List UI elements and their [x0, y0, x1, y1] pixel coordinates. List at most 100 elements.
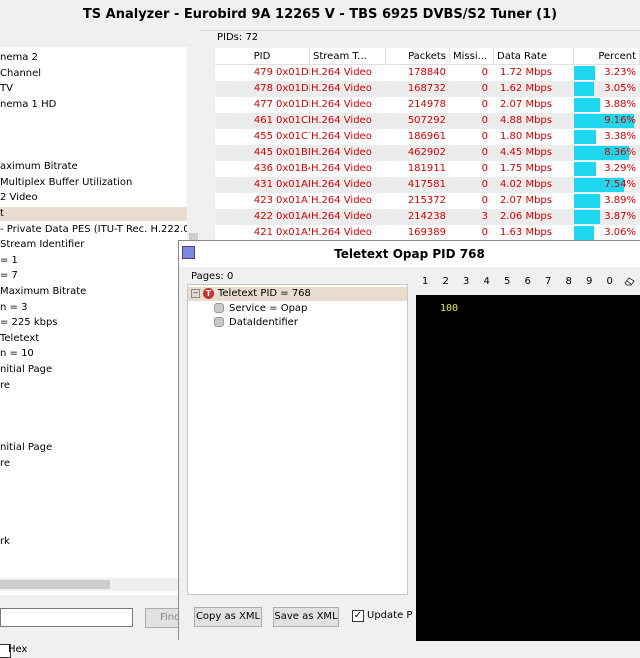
- table-row[interactable]: 4610x01CDH.264 Video 507292 0 4.88 Mbps 9.16…: [215, 113, 640, 129]
- update-checkbox[interactable]: ✓: [352, 610, 364, 622]
- tree-node-teletext-pid[interactable]: − T Teletext PID = 768: [188, 287, 407, 301]
- data-rate: 2.06 Mbps: [500, 211, 552, 222]
- tree-item[interactable]: Channel: [0, 67, 41, 81]
- column-header-percent[interactable]: Percent: [574, 48, 640, 65]
- table-row[interactable]: 4550x01C7H.264 Video 186961 0 1.80 Mbps 3.38…: [215, 129, 640, 145]
- tree-item[interactable]: re: [0, 457, 10, 471]
- percent-value: 3.05%: [604, 83, 636, 94]
- tree-item[interactable]: Stream Identifier: [0, 238, 84, 252]
- column-header-pid[interactable]: PID: [215, 48, 310, 65]
- pid-decimal: 421: [253, 227, 273, 238]
- tree-item[interactable]: = 7: [0, 269, 18, 283]
- tree-node-label: Teletext PID = 768: [218, 288, 311, 299]
- tree-item[interactable]: Teletext: [0, 332, 39, 346]
- scroll-thumb[interactable]: [0, 580, 110, 589]
- tree-item[interactable]: aximum Bitrate: [0, 160, 78, 174]
- pid-hex: 0x01DF: [276, 67, 310, 78]
- tree-item[interactable]: t: [0, 207, 187, 221]
- window-title: TS Analyzer - Eurobird 9A 12265 V - TBS …: [0, 0, 640, 31]
- tree-item[interactable]: Multiplex Buffer Utilization: [0, 176, 132, 190]
- tree-item[interactable]: 2 Video: [0, 191, 38, 205]
- data-rate: 1.72 Mbps: [500, 67, 552, 78]
- tree-item[interactable]: - Private Data PES (ITU-T Rec. H.222.0 |: [0, 223, 187, 237]
- stream-type: H.264 Video: [311, 179, 372, 190]
- pids-count: PIDs: 72: [217, 32, 259, 43]
- dialog-title: Teletext Opap PID 768: [179, 241, 640, 267]
- collapse-icon[interactable]: −: [191, 288, 200, 298]
- tree-node-dataidentifier[interactable]: DataIdentifier: [214, 316, 298, 330]
- tree-item[interactable]: n = 3: [0, 301, 27, 315]
- pid-hex: 0x01C7: [276, 131, 310, 142]
- packet-count: 507292: [407, 115, 446, 126]
- tree-item[interactable]: rk: [0, 535, 10, 549]
- tree-node-service[interactable]: Service = Opap: [214, 302, 307, 316]
- teletext-dialog: Teletext Opap PID 768 Pages: 0 − T Teletex…: [178, 240, 640, 641]
- data-rate: 1.63 Mbps: [500, 227, 552, 238]
- pid-hex: 0x01A7: [276, 195, 310, 206]
- data-rate: 2.07 Mbps: [500, 99, 552, 110]
- tree-item[interactable]: = 1: [0, 254, 18, 268]
- missing-count: 0: [481, 195, 488, 206]
- tree-item[interactable]: TV: [0, 82, 13, 96]
- percent-value: 3.38%: [604, 131, 636, 142]
- column-header-packets[interactable]: Packets: [386, 48, 450, 65]
- eraser-icon[interactable]: [624, 277, 635, 286]
- pid-decimal: 422: [253, 211, 273, 222]
- pid-table[interactable]: PID Stream T... Packets Missi... Data Ra…: [215, 48, 640, 242]
- missing-count: 0: [481, 67, 488, 78]
- tree-item[interactable]: nema 2: [0, 51, 38, 65]
- page-digit-button[interactable]: 6: [525, 276, 531, 287]
- missing-count: 0: [481, 131, 488, 142]
- page-digit-button[interactable]: 4: [484, 276, 490, 287]
- column-header-stream-type[interactable]: Stream T...: [310, 48, 386, 65]
- tree-item[interactable]: nitial Page: [0, 441, 52, 455]
- missing-count: 0: [481, 147, 488, 158]
- page-digit-button[interactable]: 8: [566, 276, 572, 287]
- page-number-strip: 1 2 3 4 5 6 7 8 9 0: [416, 271, 640, 295]
- table-row[interactable]: 4230x01A7H.264 Video 215372 0 2.07 Mbps 3.89…: [215, 193, 640, 209]
- pid-decimal: 445: [253, 147, 273, 158]
- packet-count: 178840: [407, 67, 446, 78]
- tree-item[interactable]: nema 1 HD: [0, 98, 56, 112]
- search-input[interactable]: [0, 608, 133, 627]
- table-row[interactable]: 4790x01DFH.264 Video 178840 0 1.72 Mbps 3.23…: [215, 65, 640, 81]
- missing-count: 0: [481, 163, 488, 174]
- pid-decimal: 455: [253, 131, 273, 142]
- stream-type: H.264 Video: [311, 67, 372, 78]
- tree-item[interactable]: nitial Page: [0, 363, 52, 377]
- pid-hex: 0x01BD: [276, 147, 310, 158]
- tree-horizontal-scrollbar[interactable]: [0, 578, 187, 591]
- table-row[interactable]: 4780x01DEH.264 Video 168732 0 1.62 Mbps 3.05…: [215, 81, 640, 97]
- page-digit-button[interactable]: 0: [607, 276, 613, 287]
- page-digit-button[interactable]: 9: [586, 276, 592, 287]
- copy-as-xml-button[interactable]: Copy as XML: [194, 607, 262, 627]
- structure-tree[interactable]: nema 2 Channel TV nema 1 HD aximum Bitrate Mu…: [0, 47, 187, 595]
- table-row[interactable]: 431 0x01AF H.264 Video 417581 0 4.02 Mbps 7.54…: [215, 177, 640, 193]
- teletext-tree[interactable]: − T Teletext PID = 768 Service = Opap Data…: [187, 284, 408, 595]
- page-digit-button[interactable]: 3: [463, 276, 469, 287]
- tree-item[interactable]: Maximum Bitrate: [0, 285, 86, 299]
- hex-label: Hex: [8, 644, 28, 655]
- page-digit-button[interactable]: 2: [443, 276, 449, 287]
- pid-decimal: 478: [253, 83, 273, 94]
- save-as-xml-button[interactable]: Save as XML: [273, 607, 339, 627]
- pid-hex: 0x01CD: [276, 115, 310, 126]
- column-header-data-rate[interactable]: Data Rate: [494, 48, 574, 65]
- table-row[interactable]: 4770x01DDH.264 Video 214978 0 2.07 Mbps 3.88…: [215, 97, 640, 113]
- tree-item[interactable]: re: [0, 379, 10, 393]
- percent-value: 9.16%: [604, 115, 636, 126]
- table-row[interactable]: 4210x01A5H.264 Video 169389 0 1.63 Mbps 3.06…: [215, 225, 640, 241]
- page-digit-button[interactable]: 7: [545, 276, 551, 287]
- tree-item[interactable]: n = 10: [0, 347, 34, 361]
- missing-count: 0: [481, 83, 488, 94]
- table-row[interactable]: 4220x01A6H.264 Video 214238 3 2.06 Mbps 3.87…: [215, 209, 640, 225]
- table-row[interactable]: 4450x01BDH.264 Video 462902 0 4.45 Mbps 8.36…: [215, 145, 640, 161]
- page-digit-button[interactable]: 1: [422, 276, 428, 287]
- packet-count: 417581: [407, 179, 446, 190]
- packet-count: 169389: [407, 227, 446, 238]
- page-digit-button[interactable]: 5: [504, 276, 510, 287]
- table-row[interactable]: 4360x01B4H.264 Video 181911 0 1.75 Mbps 3.29…: [215, 161, 640, 177]
- tree-item[interactable]: = 225 kbps: [0, 316, 58, 330]
- missing-count: 0: [481, 227, 488, 238]
- column-header-missing[interactable]: Missi...: [450, 48, 494, 65]
